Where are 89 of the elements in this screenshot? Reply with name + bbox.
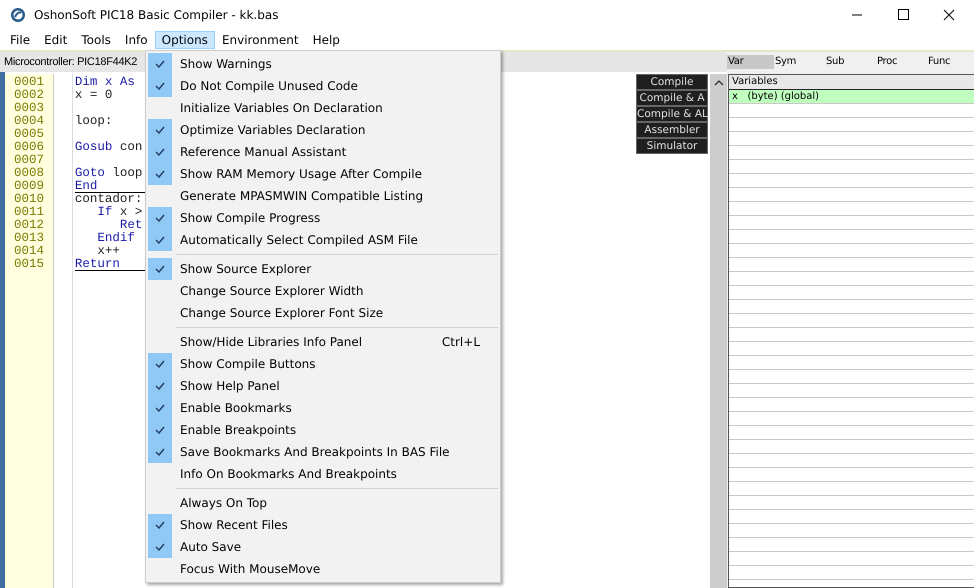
menu-item[interactable]: Info bbox=[118, 31, 155, 49]
code-line: Ret bbox=[118, 218, 142, 232]
code-line: loop: bbox=[74, 114, 112, 128]
check-icon bbox=[155, 236, 165, 244]
compile-button[interactable]: Compile & A bbox=[636, 90, 708, 106]
code-line: Dim x As bbox=[74, 75, 135, 89]
check-icon bbox=[155, 214, 165, 222]
compile-button[interactable]: Compile bbox=[636, 74, 708, 90]
check-icon bbox=[155, 82, 165, 90]
line-number: 0010 bbox=[13, 193, 46, 206]
line-number: 0011 bbox=[13, 206, 46, 219]
check-icon bbox=[155, 404, 165, 412]
microcontroller-label: Microcontroller: PIC18F44K2 bbox=[3, 56, 138, 68]
code-line: Endif bbox=[96, 231, 135, 245]
explorer-tab[interactable]: Sym bbox=[774, 55, 825, 69]
code-line: Return bbox=[74, 257, 120, 271]
code-line: x++ bbox=[96, 244, 120, 258]
menu-option[interactable]: Show Compile Buttons bbox=[146, 353, 500, 375]
line-number: 0001 bbox=[13, 76, 46, 89]
line-number: 0009 bbox=[13, 180, 46, 193]
scrollbar[interactable] bbox=[710, 74, 727, 588]
line-number: 0005 bbox=[13, 128, 46, 141]
line-number: 0008 bbox=[13, 167, 46, 180]
menu-option[interactable]: Show Warnings bbox=[146, 53, 500, 75]
compile-button[interactable]: Assembler bbox=[636, 122, 708, 138]
check-icon bbox=[155, 265, 165, 273]
check-icon bbox=[155, 521, 165, 529]
compile-button[interactable]: Simulator bbox=[636, 138, 708, 154]
check-icon bbox=[155, 543, 165, 551]
line-number: 0015 bbox=[13, 258, 46, 271]
line-number: 0003 bbox=[13, 102, 46, 115]
explorer-tab[interactable]: Proc bbox=[876, 55, 927, 69]
window-title: OshonSoft PIC18 Basic Compiler - kk.bas bbox=[34, 8, 278, 22]
menu-option[interactable]: Show Source Explorer bbox=[146, 258, 500, 280]
line-number: 0013 bbox=[13, 232, 46, 245]
menu-option[interactable]: Enable Breakpoints bbox=[146, 419, 500, 441]
check-icon bbox=[155, 126, 165, 134]
menu-item[interactable]: Edit bbox=[37, 31, 74, 49]
menu-option[interactable]: Change Source Explorer Font Size bbox=[146, 302, 500, 324]
line-number: 0007 bbox=[13, 154, 46, 167]
check-icon bbox=[155, 360, 165, 368]
menu-option[interactable]: Reference Manual Assistant bbox=[146, 141, 500, 163]
check-icon bbox=[155, 426, 165, 434]
code-line: x = 0 bbox=[74, 88, 112, 102]
menu-item[interactable]: Tools bbox=[74, 31, 118, 49]
menu-option[interactable]: Enable Bookmarks bbox=[146, 397, 500, 419]
scroll-up-icon[interactable] bbox=[714, 80, 724, 86]
line-number: 0006 bbox=[13, 141, 46, 154]
line-number: 0004 bbox=[13, 115, 46, 128]
menu-option[interactable]: Show Recent Files bbox=[146, 514, 500, 536]
menu-option[interactable]: Auto Save bbox=[146, 536, 500, 558]
line-number: 0002 bbox=[13, 89, 46, 102]
menu-item[interactable]: Environment bbox=[214, 31, 306, 49]
menu-option[interactable]: Optimize Variables Declaration bbox=[146, 119, 500, 141]
check-icon bbox=[155, 60, 165, 68]
menu-option[interactable]: Save Bookmarks And Breakpoints In BAS File bbox=[146, 441, 500, 463]
check-icon bbox=[155, 170, 165, 178]
code-line: Gosub con bbox=[74, 140, 142, 154]
check-icon bbox=[155, 448, 165, 456]
code-line: Goto loop bbox=[74, 166, 142, 180]
line-number: 0012 bbox=[13, 219, 46, 232]
column-header: Variables bbox=[729, 75, 974, 90]
code-line: End bbox=[74, 179, 98, 193]
explorer-tab[interactable]: Sub bbox=[825, 55, 876, 69]
menu-option[interactable]: Automatically Select Compiled ASM File bbox=[146, 229, 500, 251]
menu-option[interactable]: Show Compile Progress bbox=[146, 207, 500, 229]
variable-row[interactable]: x (byte) (global) bbox=[729, 90, 974, 104]
menu-option[interactable]: Focus With MouseMove bbox=[146, 558, 500, 580]
menu-item[interactable]: Options bbox=[154, 31, 215, 49]
menu-option[interactable]: Change Source Explorer Width bbox=[146, 280, 500, 302]
check-icon bbox=[155, 382, 165, 390]
menu-item[interactable]: Help bbox=[306, 31, 347, 49]
app-icon bbox=[10, 7, 26, 23]
compile-button[interactable]: Compile & AL bbox=[636, 106, 708, 122]
code-line: contador: bbox=[74, 192, 142, 206]
menu-option[interactable]: Info On Bookmarks And Breakpoints bbox=[146, 463, 500, 485]
line-number: 0014 bbox=[13, 245, 46, 258]
explorer-tab[interactable]: Func bbox=[927, 55, 974, 69]
menu-option[interactable]: Show RAM Memory Usage After Compile bbox=[146, 163, 500, 185]
menu-item[interactable]: File bbox=[3, 31, 38, 49]
menu-option[interactable]: Do Not Compile Unused Code bbox=[146, 75, 500, 97]
menu-option[interactable]: Always On Top bbox=[146, 492, 500, 514]
menu-option[interactable]: Show Help Panel bbox=[146, 375, 500, 397]
code-line: If x > bbox=[96, 205, 142, 219]
menu-option[interactable]: Show/Hide Libraries Info Panel Ctrl+L bbox=[146, 331, 500, 353]
check-icon bbox=[155, 148, 165, 156]
menu-option[interactable]: Initialize Variables On Declaration bbox=[146, 97, 500, 119]
menu-option[interactable]: Generate MPASMWIN Compatible Listing bbox=[146, 185, 500, 207]
explorer-tab[interactable]: Var bbox=[727, 55, 774, 69]
